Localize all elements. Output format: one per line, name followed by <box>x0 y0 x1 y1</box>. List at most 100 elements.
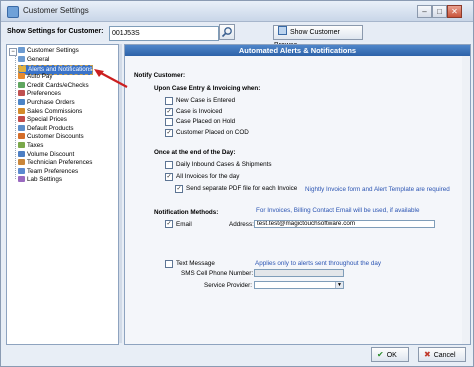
option-check: ✓ <box>166 129 172 136</box>
alerts-panel: Automated Alerts & Notifications Notify … <box>124 44 471 345</box>
option-label: Customer Placed on COD <box>176 128 249 136</box>
send-pdf-checkbox[interactable]: ✓ <box>175 185 183 193</box>
tree-item-label: Taxes <box>27 142 44 149</box>
customer-search-button[interactable] <box>219 24 235 40</box>
minimize-button[interactable]: – <box>417 5 432 18</box>
option-label: All Invoices for the day <box>176 173 240 180</box>
tree-item[interactable]: Taxes <box>18 142 43 150</box>
tree-item-icon <box>18 107 25 114</box>
tree-item-icon <box>18 56 25 62</box>
send-pdf-label: Send separate PDF file for each Invoice <box>186 185 298 192</box>
ok-button-label: OK <box>386 352 397 359</box>
tree-item-icon <box>18 73 25 80</box>
tree-item-label: Lab Settings <box>27 176 63 184</box>
tree-item[interactable]: Purchase Orders <box>18 99 75 107</box>
service-provider-label: Service Provider: <box>204 282 252 289</box>
service-provider-select[interactable]: ▼ <box>254 281 344 289</box>
tree-item-icon <box>18 142 25 148</box>
option-label: Case Placed on Hold <box>176 118 236 125</box>
panel-scrollbar[interactable] <box>462 56 470 344</box>
tree-root[interactable]: − Customer Settings <box>9 47 79 56</box>
tree-item[interactable]: Special Prices <box>18 116 67 124</box>
window-title: Customer Settings <box>23 6 89 15</box>
notification-methods-heading: Notification Methods: <box>154 209 219 216</box>
tree-item[interactable]: Preferences <box>18 90 61 98</box>
tree-item[interactable]: Auto Pay <box>18 73 53 81</box>
cancel-button-label: Cancel <box>433 352 456 359</box>
email-check: ✓ <box>166 221 172 227</box>
tree-item-icon <box>18 99 25 105</box>
tree-item-icon <box>18 133 25 140</box>
billing-note: For Invoices, Billing Contact Email will… <box>256 207 420 214</box>
panel-header: Automated Alerts & Notifications <box>125 45 470 56</box>
end-of-day-heading: Once at the end of the Day: <box>154 149 236 156</box>
tree-item-label: Preferences <box>27 90 61 98</box>
tree-item-label: Special Prices <box>27 116 67 124</box>
text-message-note: Applies only to alerts sent throughout t… <box>255 260 382 267</box>
tree-item-label: Auto Pay <box>27 73 53 81</box>
tree-item-label: Credit Cards/eChecks <box>27 81 89 89</box>
check-icon: ✔ <box>377 350 384 359</box>
customer-id-input[interactable] <box>109 26 219 41</box>
tree-item-label: Team Preferences <box>27 167 79 175</box>
tree-item-icon <box>18 81 25 88</box>
option-checkbox[interactable]: ✓ <box>165 128 173 137</box>
tree-guide-line <box>15 55 16 179</box>
tree-item[interactable]: Team Preferences <box>18 167 79 176</box>
email-checkbox[interactable]: ✓ <box>165 220 173 228</box>
tree-item[interactable]: Lab Settings <box>18 176 62 184</box>
email-label: Email <box>176 221 192 228</box>
tree-item-label: Alerts and Notifications <box>28 65 93 73</box>
text-message-label: Text Message <box>176 260 215 267</box>
cancel-icon: ✖ <box>424 350 431 359</box>
tree-item-label: Purchase Orders <box>27 99 75 106</box>
option-checkbox[interactable] <box>165 118 173 126</box>
chevron-down-icon: ▼ <box>335 282 343 288</box>
nightly-note: Nightly Invoice form and Alert Template … <box>305 186 450 193</box>
cancel-button[interactable]: ✖ Cancel <box>418 347 466 362</box>
tree-item[interactable]: Credit Cards/eChecks <box>18 81 89 90</box>
option-checkbox[interactable] <box>165 161 173 169</box>
sms-number-label: SMS Cell Phone Number: <box>181 270 254 277</box>
tree-item[interactable]: Customer Discounts <box>18 133 84 141</box>
ok-button[interactable]: ✔ OK <box>371 347 409 362</box>
tree-item[interactable]: Sales Commissions <box>18 107 83 116</box>
option-label: Case is Invoiced <box>176 107 223 115</box>
option-checkbox[interactable] <box>165 97 173 105</box>
address-label: Address: <box>229 221 254 228</box>
tree-item[interactable]: Default Products <box>18 124 74 133</box>
close-button[interactable]: ✕ <box>447 5 462 18</box>
customer-settings-window: Customer Settings – □ ✕ Show Settings fo… <box>0 0 474 367</box>
tree-item[interactable]: General <box>18 56 49 64</box>
option-check: ✓ <box>166 108 172 115</box>
option-checkbox[interactable]: ✓ <box>165 173 173 181</box>
tree-item-icon <box>18 150 25 157</box>
tree-item-label: Default Products <box>27 124 74 132</box>
tree-item-icon <box>18 124 25 131</box>
upon-case-heading: Upon Case Entry & Invoicing when: <box>154 85 261 92</box>
browse-icon <box>278 26 287 35</box>
show-settings-label: Show Settings for Customer: <box>7 28 104 35</box>
sms-number-input[interactable] <box>254 269 344 277</box>
tree-item-label: Customer Discounts <box>27 133 84 141</box>
tree-item-icon <box>18 90 25 97</box>
tree-item-icon <box>18 176 25 183</box>
option-label: Daily Inbound Cases & Shipments <box>176 161 272 168</box>
title-bar: Customer Settings – □ ✕ <box>1 1 473 22</box>
text-message-checkbox[interactable] <box>165 260 173 268</box>
option-checkbox[interactable]: ✓ <box>165 107 173 116</box>
email-address-input[interactable] <box>254 220 435 228</box>
maximize-button[interactable]: □ <box>432 5 447 18</box>
settings-icon <box>18 47 25 53</box>
tree-item-label: Technician Preferences <box>27 159 93 167</box>
tree-item-icon <box>18 167 25 174</box>
tree-item-icon <box>18 116 25 123</box>
tree-item[interactable]: Technician Preferences <box>18 159 92 167</box>
toolbar: Show Settings for Customer: Show Custome… <box>1 22 473 49</box>
option-label: New Case is Entered <box>176 97 236 104</box>
option-check: ✓ <box>166 174 172 180</box>
show-customer-browse-button[interactable]: Show Customer Browse <box>273 25 363 49</box>
tree-item[interactable]: Volume Discount <box>18 150 74 159</box>
tree-item-icon <box>19 65 26 72</box>
tree-item-label: Sales Commissions <box>27 107 83 115</box>
